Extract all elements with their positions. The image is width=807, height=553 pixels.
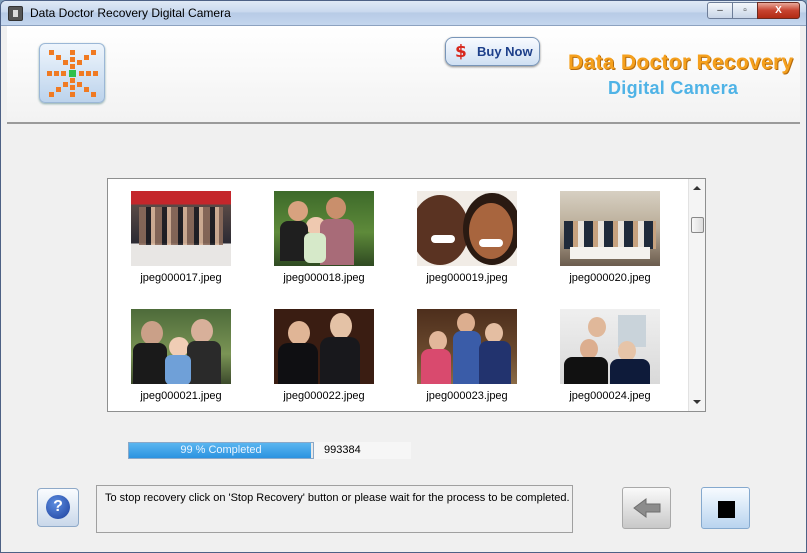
- status-message-box: To stop recovery click on 'Stop Recovery…: [96, 485, 573, 533]
- file-name: jpeg000024.jpeg: [569, 390, 651, 402]
- scroll-up-icon[interactable]: [693, 186, 701, 190]
- asterisk-grid-icon: [47, 50, 98, 97]
- back-button[interactable]: [622, 487, 671, 529]
- file-thumbnail[interactable]: jpeg000024.jpeg: [559, 309, 661, 402]
- arrow-left-icon: [633, 498, 661, 518]
- photo-thumbnail: [274, 191, 374, 266]
- file-name: jpeg000018.jpeg: [283, 272, 365, 284]
- file-thumbnail[interactable]: jpeg000017.jpeg: [130, 191, 232, 284]
- file-name: jpeg000017.jpeg: [140, 272, 222, 284]
- header-banner: $ Buy Now Data Doctor Recovery Digital C…: [7, 26, 800, 124]
- recovered-count: 993384: [314, 442, 411, 459]
- file-thumbnail[interactable]: jpeg000023.jpeg: [416, 309, 518, 402]
- stop-recovery-button[interactable]: [701, 487, 750, 529]
- app-window: Data Doctor Recovery Digital Camera – ▫ …: [0, 0, 807, 553]
- minimize-button[interactable]: –: [707, 2, 733, 19]
- photo-thumbnail: [131, 191, 231, 266]
- file-name: jpeg000022.jpeg: [283, 390, 365, 402]
- file-thumbnail[interactable]: jpeg000021.jpeg: [130, 309, 232, 402]
- app-icon[interactable]: [8, 6, 23, 21]
- buy-now-label: Buy Now: [477, 44, 533, 59]
- title-bar[interactable]: Data Doctor Recovery Digital Camera – ▫ …: [1, 1, 806, 26]
- photo-thumbnail: [417, 191, 517, 266]
- photo-thumbnail: [274, 309, 374, 384]
- brand-subtitle: Digital Camera: [608, 78, 739, 98]
- photo-thumbnail: [417, 309, 517, 384]
- help-button[interactable]: ?: [37, 488, 79, 527]
- stop-icon: [718, 501, 735, 518]
- buy-now-button[interactable]: $ Buy Now: [445, 37, 540, 66]
- photo-thumbnail: [560, 309, 660, 384]
- window-controls: – ▫ X: [707, 2, 800, 19]
- close-button[interactable]: X: [757, 2, 800, 19]
- file-thumbnail[interactable]: jpeg000022.jpeg: [273, 309, 375, 402]
- question-icon: ?: [46, 495, 70, 519]
- file-thumbnail[interactable]: jpeg000018.jpeg: [273, 191, 375, 284]
- file-thumbnail[interactable]: jpeg000020.jpeg: [559, 191, 661, 284]
- file-name: jpeg000020.jpeg: [569, 272, 651, 284]
- brand-title: Data Doctor Recovery: [568, 51, 794, 74]
- recovered-files-gallery[interactable]: jpeg000017.jpeg jpeg000018.jpeg jpeg0000…: [107, 178, 706, 412]
- dollar-icon: $: [455, 42, 467, 62]
- logo: [39, 43, 105, 103]
- photo-thumbnail: [131, 309, 231, 384]
- file-name: jpeg000023.jpeg: [426, 390, 508, 402]
- photo-thumbnail: [560, 191, 660, 266]
- scroll-thumb[interactable]: [691, 217, 704, 233]
- file-name: jpeg000021.jpeg: [140, 390, 222, 402]
- file-name: jpeg000019.jpeg: [426, 272, 508, 284]
- recovery-progress-bar: 99 % Completed: [128, 442, 314, 459]
- status-message: To stop recovery click on 'Stop Recovery…: [105, 492, 570, 504]
- maximize-button[interactable]: ▫: [732, 2, 758, 19]
- window-title: Data Doctor Recovery Digital Camera: [30, 6, 231, 20]
- progress-label: 99 % Completed: [180, 444, 262, 456]
- scroll-down-icon[interactable]: [693, 400, 701, 404]
- vertical-scrollbar[interactable]: [688, 179, 705, 411]
- file-thumbnail[interactable]: jpeg000019.jpeg: [416, 191, 518, 284]
